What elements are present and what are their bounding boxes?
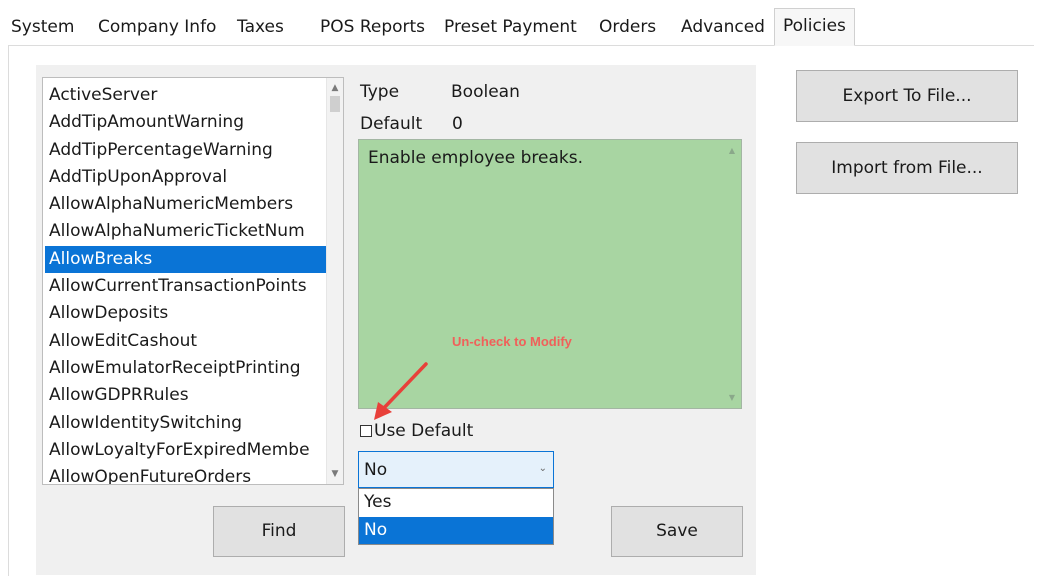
default-value: 0 (452, 114, 463, 134)
option-yes[interactable]: Yes (359, 489, 553, 517)
list-item[interactable]: AddTipUponApproval (45, 164, 327, 191)
list-item[interactable]: AllowBreaks (45, 245, 327, 274)
chevron-down-icon[interactable]: ⌄ (539, 463, 547, 474)
scroll-up-icon[interactable]: ▲ (327, 80, 343, 96)
default-label: Default (360, 114, 423, 134)
tab-preset-payment[interactable]: Preset Payment (444, 10, 577, 46)
use-default-label[interactable]: Use Default (374, 421, 473, 441)
value-options-list: Yes No (358, 488, 554, 545)
policy-listbox[interactable]: ActiveServer AddTipAmountWarning AddTipPer… (42, 77, 344, 485)
scroll-up-icon[interactable]: ▲ (725, 146, 739, 155)
tab-advanced[interactable]: Advanced (681, 10, 765, 46)
modify-hint: Un-check to Modify (452, 334, 572, 349)
list-item[interactable]: AllowIdentitySwitching (45, 410, 327, 437)
tab-divider (8, 45, 1034, 46)
type-value: Boolean (451, 82, 520, 102)
description-text: Enable employee breaks. (368, 148, 584, 168)
list-item[interactable]: AllowCurrentTransactionPoints (45, 273, 327, 300)
description-scrollbar[interactable]: ▲ ▼ (725, 142, 739, 406)
use-default-checkbox[interactable] (360, 425, 372, 437)
tab-pos-reports[interactable]: POS Reports (320, 10, 425, 46)
type-label: Type (360, 82, 400, 102)
list-item[interactable]: AllowGDPRRules (45, 382, 327, 409)
value-select-current: No (364, 460, 388, 480)
list-item[interactable]: AddTipAmountWarning (45, 109, 327, 136)
scroll-down-icon[interactable]: ▼ (327, 466, 343, 482)
list-item[interactable]: AllowLoyaltyForExpiredMembe (45, 437, 327, 464)
list-item[interactable]: AllowAlphaNumericTicketNum (45, 218, 327, 245)
tab-company-info[interactable]: Company Info (98, 10, 216, 46)
list-scrollbar[interactable]: ▲ ▼ (326, 78, 343, 484)
list-item[interactable]: AllowAlphaNumericMembers (45, 191, 327, 218)
import-from-file-button[interactable]: Import from File... (796, 142, 1018, 194)
tab-orders[interactable]: Orders (599, 10, 656, 46)
list-item[interactable]: ActiveServer (45, 82, 327, 109)
list-item[interactable]: AllowEditCashout (45, 328, 327, 355)
scroll-thumb[interactable] (330, 96, 340, 112)
export-to-file-button[interactable]: Export To File... (796, 70, 1018, 122)
list-item[interactable]: AllowDeposits (45, 300, 327, 327)
tab-bar: System Company Info Taxes POS Reports Pr… (0, 0, 1038, 46)
annotation-arrow-icon (374, 362, 428, 420)
list-item[interactable]: AddTipPercentageWarning (45, 137, 327, 164)
list-item[interactable]: AllowOpenFutureOrders (45, 464, 327, 484)
list-item[interactable]: AllowEmulatorReceiptPrinting (45, 355, 327, 382)
tab-taxes[interactable]: Taxes (237, 10, 284, 46)
value-select[interactable]: No ⌄ (358, 451, 554, 488)
page-border (8, 46, 9, 576)
find-button[interactable]: Find (213, 506, 345, 557)
save-button[interactable]: Save (611, 506, 743, 557)
scroll-down-icon[interactable]: ▼ (725, 393, 739, 402)
option-no[interactable]: No (359, 516, 553, 544)
tab-system[interactable]: System (11, 10, 74, 46)
tab-policies[interactable]: Policies (774, 8, 855, 46)
policy-list: ActiveServer AddTipAmountWarning AddTipPer… (45, 82, 327, 484)
